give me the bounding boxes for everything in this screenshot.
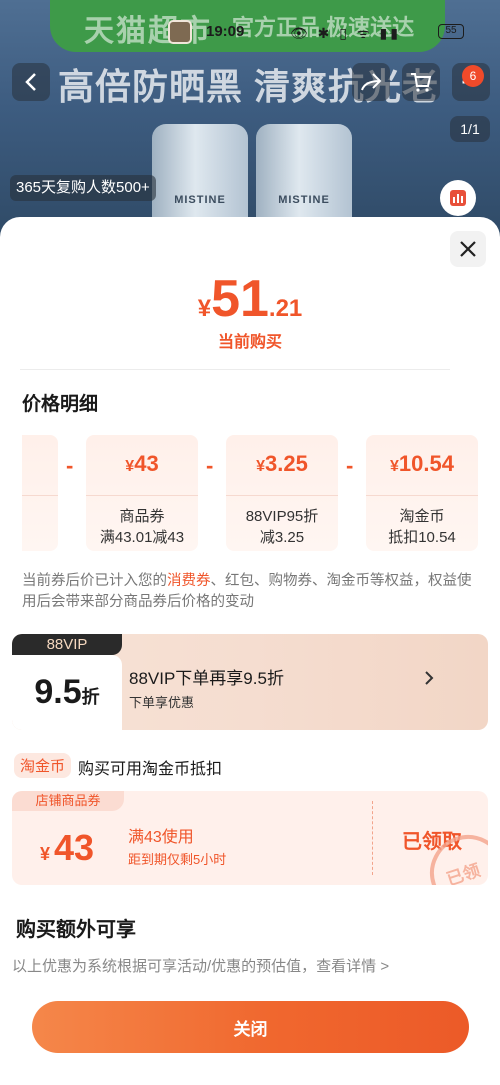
coupon-tag: 店铺商品券 xyxy=(12,791,124,811)
minus-sign: - xyxy=(346,453,354,478)
breakdown-card-partial xyxy=(22,435,58,551)
card-currency: ¥ xyxy=(390,458,399,475)
coupon-currency: ¥ xyxy=(40,844,51,864)
vip-value-box: 9.5折 xyxy=(12,655,122,730)
card-value: 3.25 xyxy=(265,451,308,476)
breakdown-card-coins: ¥10.54 淘金币 抵扣10.54 xyxy=(366,435,478,551)
bar-chart-icon xyxy=(450,190,466,206)
card-detail: 满43.01减43 xyxy=(99,529,185,546)
price-integer: 51 xyxy=(211,270,269,328)
price-label: 当前购买 xyxy=(217,334,282,351)
price-detail-sheet: ¥51.21 当前购买 价格明细 - ¥43 商品券 满43.01减43 - ¥… xyxy=(0,217,500,1085)
cart-button[interactable] xyxy=(402,63,440,101)
vip-subtitle: 下单享优惠 xyxy=(129,695,195,710)
card-amount: ¥3.25 xyxy=(226,451,338,477)
card-amount: ¥43 xyxy=(86,451,198,477)
image-pager: 1/1 xyxy=(450,116,490,142)
coupon-condition: 满43使用 xyxy=(128,829,194,846)
close-icon-button[interactable] xyxy=(450,231,486,267)
breakdown-card-vip: ¥3.25 88VIP95折 减3.25 xyxy=(226,435,338,551)
close-button[interactable]: 关闭 xyxy=(32,1001,469,1053)
coupon-divider xyxy=(372,801,373,875)
card-separator xyxy=(226,495,338,496)
minus-sign: - xyxy=(66,453,74,478)
chevron-right-icon xyxy=(424,666,434,692)
note-text: 当前券后价已计入您的 xyxy=(22,573,167,589)
store-coupon: 店铺商品券 ¥43 满43使用 距到期仅剩5小时 已领取 已领 xyxy=(12,791,488,885)
back-button[interactable] xyxy=(12,63,50,101)
vip-unit: 折 xyxy=(81,687,100,707)
card-currency: ¥ xyxy=(125,458,135,475)
status-bar: 19:09 👁 ✱ ▯ ᯤ ▮▮ 55 xyxy=(0,18,500,48)
repurchase-badge: 365天复购人数500+ xyxy=(10,175,156,201)
card-label: 淘金币 xyxy=(399,508,445,525)
vip-discount-card[interactable]: 88VIP 9.5折 88VIP下单再享9.5折 下单享优惠 xyxy=(12,634,488,730)
current-price: ¥51.21 xyxy=(0,269,500,329)
breakdown-title: 价格明细 xyxy=(22,394,99,415)
vip-title: 88VIP下单再享9.5折 xyxy=(129,669,284,688)
card-separator xyxy=(22,495,58,496)
card-detail: 减3.25 xyxy=(259,529,305,546)
extra-benefits-title: 购买额外可享 xyxy=(16,919,136,941)
vip-discount: 9.5 xyxy=(34,673,82,711)
coupon-value: 43 xyxy=(54,827,95,868)
coin-tag: 淘金币 xyxy=(14,753,72,778)
card-separator xyxy=(366,495,478,496)
price-currency: ¥ xyxy=(197,295,212,322)
breakdown-cards: - ¥43 商品券 满43.01减43 - ¥3.25 88VIP95折 减3.… xyxy=(0,435,500,551)
price-note: 当前券后价已计入您的消费券、红包、购物券、淘金币等权益，权益使用后会带来部分商品… xyxy=(22,571,482,613)
breakdown-card-coupon: ¥43 商品券 满43.01减43 xyxy=(86,435,198,551)
bottle-label: MISTINE xyxy=(278,194,330,206)
divider xyxy=(20,369,450,370)
bottle-label: MISTINE xyxy=(174,194,226,206)
view-details-link[interactable]: 以上优惠为系统根据可享活动/优惠的预估值，查看详情 > xyxy=(12,955,389,976)
coin-text: 购买可用淘金币抵扣 xyxy=(78,761,223,778)
status-time: 19:09 xyxy=(206,23,245,40)
card-amount: ¥10.54 xyxy=(366,451,478,477)
battery-icon: 55 xyxy=(438,24,464,39)
avatar xyxy=(168,20,192,44)
coupon-amount: ¥43 xyxy=(40,827,94,869)
card-value: 10.54 xyxy=(398,451,454,476)
card-detail: 抵扣10.54 xyxy=(388,529,456,546)
cart-badge: 6 xyxy=(462,65,484,87)
vip-tag: 88VIP xyxy=(12,634,122,655)
chevron-left-icon xyxy=(25,73,36,91)
vip-value: 9.5折 xyxy=(12,673,122,712)
share-button[interactable] xyxy=(352,63,390,101)
card-currency: ¥ xyxy=(256,458,266,475)
cart-icon xyxy=(411,73,432,92)
share-icon xyxy=(361,73,382,91)
consumption-coupon-link[interactable]: 消费券 xyxy=(167,573,211,589)
card-value: 43 xyxy=(134,451,159,476)
card-label: 商品券 xyxy=(119,508,165,525)
coupon-expiry: 距到期仅剩5小时 xyxy=(128,852,227,867)
card-separator xyxy=(86,495,198,496)
status-icons: 👁 ✱ ▯ ᯤ ▮▮ xyxy=(290,25,401,41)
price-decimal: .21 xyxy=(268,295,303,322)
minus-sign: - xyxy=(206,453,214,478)
close-icon xyxy=(460,241,476,257)
ranking-button[interactable] xyxy=(440,180,476,216)
card-label: 88VIP95折 xyxy=(245,508,319,525)
